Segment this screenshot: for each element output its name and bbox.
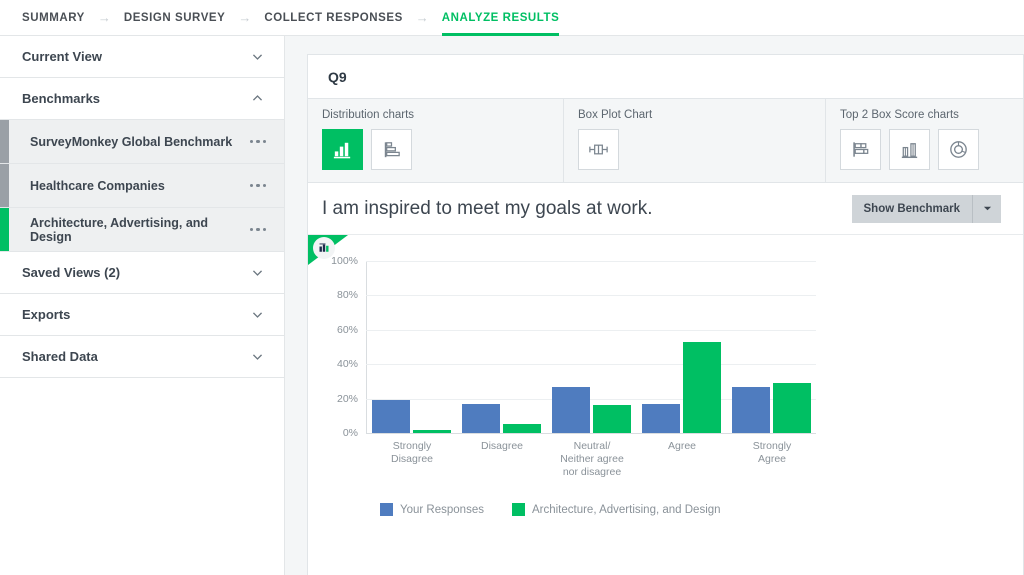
x-axis-label: Strongly Disagree xyxy=(390,440,434,465)
benchmark-label: SurveyMonkey Global Benchmark xyxy=(30,134,233,149)
benchmark-accent-bar xyxy=(0,164,9,207)
sidebar-section-benchmarks[interactable]: Benchmarks xyxy=(0,78,284,120)
more-options-icon[interactable] xyxy=(249,183,266,188)
sidebar: Current View Benchmarks SurveyMonkey Glo… xyxy=(0,36,285,575)
legend-label: Architecture, Advertising, and Design xyxy=(531,503,721,516)
horizontal-bar-chart-icon[interactable] xyxy=(371,129,412,170)
sidebar-section-shared-data[interactable]: Shared Data xyxy=(0,336,284,378)
bar[interactable] xyxy=(731,386,770,433)
toolbar-group-title: Distribution charts xyxy=(322,109,415,121)
question-id: Q9 xyxy=(308,55,1023,99)
benchmark-label: Healthcare Companies xyxy=(30,178,165,193)
bar-group xyxy=(457,261,547,433)
sidebar-section-current-view[interactable]: Current View xyxy=(0,36,284,78)
more-options-icon[interactable] xyxy=(249,139,266,144)
x-axis-label: Agree xyxy=(667,440,697,452)
y-axis-tick: 20% xyxy=(336,392,358,405)
bar[interactable] xyxy=(372,400,411,433)
legend-label: Your Responses xyxy=(400,503,484,516)
gridline-baseline xyxy=(366,433,816,434)
chart-type-toolbar: Distribution charts Box Plot Chart Top 2… xyxy=(308,99,1023,183)
chart-container: 100% 80% 60% 40% 20% 0% Strongly Disagre… xyxy=(308,235,1023,575)
toolbar-group-top-2-box-score-charts: Top 2 Box Score charts xyxy=(826,99,1023,182)
sidebar-section-label: Saved Views (2) xyxy=(22,265,121,280)
sidebar-section-label: Shared Data xyxy=(22,349,98,364)
bar[interactable] xyxy=(641,403,680,433)
x-axis-label: Neutral/ Neither agree nor disagree xyxy=(560,440,624,478)
x-axis-label: Strongly Agree xyxy=(752,440,792,465)
question-text: I am inspired to meet my goals at work. xyxy=(322,197,653,219)
donut-chart-icon[interactable] xyxy=(938,129,979,170)
chevron-down-icon xyxy=(251,50,264,63)
chevron-up-icon xyxy=(251,92,264,105)
breadcrumb-arrow-icon: → xyxy=(238,10,252,25)
y-axis-tick: 0% xyxy=(342,427,358,439)
bar-group xyxy=(367,261,457,433)
breadcrumb-item-summary[interactable]: SUMMARY xyxy=(22,0,85,36)
column-chart-icon[interactable] xyxy=(889,129,930,170)
breadcrumb-nav: SUMMARY → DESIGN SURVEY → COLLECT RESPON… xyxy=(0,0,1024,36)
plot-area: 100% 80% 60% 40% 20% 0% xyxy=(331,255,816,439)
chevron-down-icon[interactable] xyxy=(973,194,1001,223)
show-benchmark-button[interactable]: Show Benchmark xyxy=(851,194,973,223)
legend-swatch xyxy=(380,503,393,516)
breadcrumb-item-collect-responses[interactable]: COLLECT RESPONSES xyxy=(264,0,402,36)
box-plot-icon[interactable] xyxy=(578,129,619,170)
bar-chart: 100% 80% 60% 40% 20% 0% Strongly Disagre… xyxy=(308,235,1023,516)
bar-group xyxy=(726,261,816,433)
benchmark-accent-bar xyxy=(0,120,9,163)
toolbar-group-box-plot-chart: Box Plot Chart xyxy=(564,99,826,182)
breadcrumb-item-design-survey[interactable]: DESIGN SURVEY xyxy=(124,0,226,36)
bar-series-host xyxy=(367,261,816,433)
x-axis-label: Disagree xyxy=(480,440,524,452)
bar[interactable] xyxy=(413,429,452,433)
breadcrumb-arrow-icon: → xyxy=(415,10,429,25)
y-axis-tick: 80% xyxy=(336,289,358,302)
stacked-bar-chart-icon[interactable] xyxy=(840,129,881,170)
toolbar-group-distribution-charts: Distribution charts xyxy=(308,99,564,182)
sidebar-section-label: Benchmarks xyxy=(22,91,101,106)
bar[interactable] xyxy=(682,341,721,433)
bar[interactable] xyxy=(772,383,811,433)
sidebar-item-healthcare-companies[interactable]: Healthcare Companies xyxy=(0,164,284,208)
bar[interactable] xyxy=(551,386,590,433)
benchmark-label: Architecture, Advertising, and Design xyxy=(30,215,209,244)
sidebar-section-label: Current View xyxy=(22,49,102,64)
main-content: Q9 Distribution charts Box Plot Chart To… xyxy=(285,36,1024,575)
more-options-icon[interactable] xyxy=(249,227,266,232)
chevron-down-icon xyxy=(251,350,264,363)
bar-group xyxy=(636,261,726,433)
toolbar-group-title: Top 2 Box Score charts xyxy=(840,109,959,121)
sidebar-item-surveymonkey-global-benchmark[interactable]: SurveyMonkey Global Benchmark xyxy=(0,120,284,164)
sidebar-section-exports[interactable]: Exports xyxy=(0,294,284,336)
toolbar-group-title: Box Plot Chart xyxy=(578,109,653,121)
bar[interactable] xyxy=(592,405,631,433)
y-axis-tick: 100% xyxy=(331,255,358,267)
chevron-down-icon xyxy=(251,308,264,321)
y-axis-tick: 60% xyxy=(336,323,358,336)
breadcrumb-item-analyze-results[interactable]: ANALYZE RESULTS xyxy=(441,0,560,36)
vertical-bar-chart-icon[interactable] xyxy=(322,129,363,170)
chart-legend: Your Responses Architecture, Advertising… xyxy=(380,503,1023,516)
x-axis-labels: Strongly Disagree Disagree Neutral/ Neithe… xyxy=(367,433,817,479)
question-card: Q9 Distribution charts Box Plot Chart To… xyxy=(307,54,1024,575)
y-axis-tick: 40% xyxy=(336,358,358,371)
breadcrumb-arrow-icon: → xyxy=(97,10,111,25)
bar-group xyxy=(547,261,637,433)
show-benchmark-button-group[interactable]: Show Benchmark xyxy=(851,194,1001,223)
legend-item-benchmark: Architecture, Advertising, and Design xyxy=(511,503,721,516)
sidebar-section-saved-views[interactable]: Saved Views (2) xyxy=(0,252,284,294)
bar[interactable] xyxy=(462,403,501,433)
benchmark-accent-bar xyxy=(0,208,9,251)
legend-item-your-responses: Your Responses xyxy=(380,503,484,516)
legend-swatch xyxy=(511,503,525,516)
bar[interactable] xyxy=(503,424,542,433)
sidebar-item-architecture-advertising-design[interactable]: Architecture, Advertising, and Design xyxy=(0,208,284,252)
question-row: I am inspired to meet my goals at work. … xyxy=(308,183,1023,235)
chevron-down-icon xyxy=(251,266,264,279)
sidebar-section-label: Exports xyxy=(22,307,71,322)
